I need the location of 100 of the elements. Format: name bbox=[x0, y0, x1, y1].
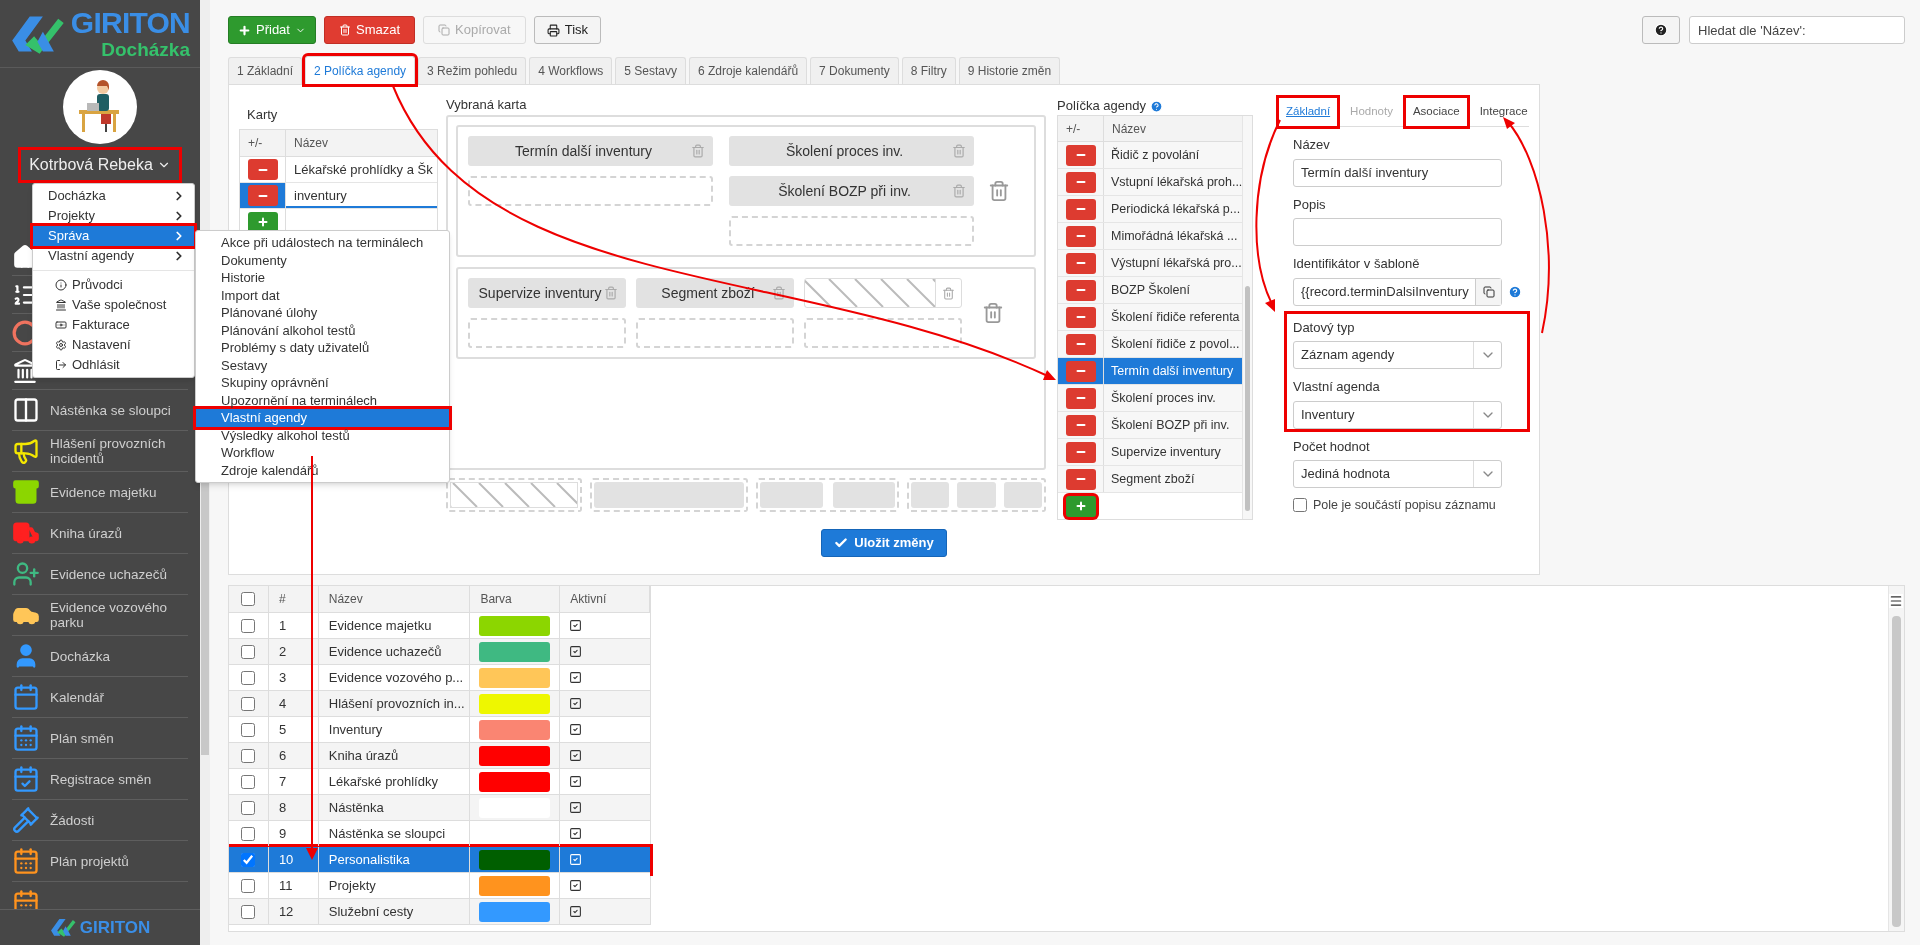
field-row[interactable]: Vstupní lékařská proh... bbox=[1058, 169, 1243, 196]
tab[interactable]: 2 Políčka agendy bbox=[305, 56, 416, 84]
select-field[interactable]: Záznam agendy bbox=[1293, 341, 1502, 369]
delete-button[interactable]: Smazat bbox=[323, 16, 416, 44]
tab[interactable]: 8 Filtry bbox=[901, 57, 956, 84]
field-row[interactable]: Školení BOZP při inv. bbox=[1058, 412, 1243, 439]
field-chip[interactable]: Termín další inventury bbox=[468, 136, 713, 166]
menu-item[interactable]: Dokumenty bbox=[196, 251, 449, 269]
remove-button[interactable] bbox=[1065, 225, 1096, 247]
menu-item[interactable]: Výsledky alkohol testů bbox=[196, 426, 449, 444]
remove-button[interactable] bbox=[1065, 144, 1096, 166]
remove-button[interactable] bbox=[247, 185, 278, 206]
checkbox[interactable] bbox=[241, 696, 256, 711]
menu-item[interactable]: Problémy s daty uživatelů bbox=[196, 339, 449, 357]
table-row[interactable]: 2 Evidence uchazečů bbox=[229, 639, 650, 665]
scrollbar[interactable] bbox=[1242, 116, 1252, 519]
checkbox[interactable] bbox=[241, 774, 256, 789]
save-button[interactable]: Uložit změny bbox=[821, 529, 947, 557]
menu-item[interactable]: Plánované úlohy bbox=[196, 304, 449, 322]
table-row[interactable]: 8 Nástěnka bbox=[229, 795, 650, 821]
field-row[interactable]: Periodická lékařská p... bbox=[1058, 196, 1243, 223]
checkbox[interactable] bbox=[241, 748, 256, 763]
sidebar-item[interactable]: Kniha úrazů bbox=[12, 513, 188, 554]
table-row[interactable]: 6 Kniha úrazů bbox=[229, 743, 650, 769]
table-row[interactable]: 9 Nástěnka se sloupci bbox=[229, 821, 650, 847]
menu-item[interactable]: Správa bbox=[33, 226, 194, 246]
menu-item[interactable]: Sestavy bbox=[196, 356, 449, 374]
sidebar-item[interactable]: Evidence majetku bbox=[12, 472, 188, 513]
table-row[interactable]: 5 Inventury bbox=[229, 717, 650, 743]
checkbox[interactable] bbox=[241, 800, 256, 815]
checkbox[interactable] bbox=[241, 618, 256, 633]
remove-button[interactable] bbox=[1065, 252, 1096, 274]
menu-item[interactable]: Projekty bbox=[33, 206, 194, 226]
tab[interactable]: 5 Sestavy bbox=[615, 57, 686, 84]
remove-button[interactable] bbox=[1065, 171, 1096, 193]
checkbox[interactable] bbox=[241, 826, 256, 841]
remove-button[interactable] bbox=[1065, 279, 1096, 301]
remove-button[interactable] bbox=[1065, 198, 1096, 220]
menu-item[interactable]: Plánování alkohol testů bbox=[196, 321, 449, 339]
menu-item[interactable]: Vlastní agendy bbox=[33, 246, 194, 266]
table-row[interactable]: 4 Hlášení provozních in... bbox=[229, 691, 650, 717]
field-row[interactable]: Řidič z povolání bbox=[1058, 142, 1243, 169]
field-row[interactable]: Mimořádná lékařská ... bbox=[1058, 223, 1243, 250]
field-row[interactable]: Supervize inventury bbox=[1058, 439, 1243, 466]
checkbox[interactable] bbox=[241, 670, 256, 685]
menu-item[interactable]: Fakturace bbox=[33, 315, 194, 335]
field-chip[interactable]: Segment zboží bbox=[636, 278, 794, 308]
menu-item[interactable]: Historie bbox=[196, 269, 449, 287]
menu-item[interactable]: Vaše společnost bbox=[33, 295, 194, 315]
field-row[interactable]: Školení proces inv. bbox=[1058, 385, 1243, 412]
sidebar-item[interactable]: Plán projektů bbox=[12, 841, 188, 882]
remove-button[interactable] bbox=[1065, 468, 1096, 490]
table-row[interactable]: 11 Projekty bbox=[229, 873, 650, 899]
field-chip[interactable]: Školení proces inv. bbox=[729, 136, 974, 166]
sidebar-item[interactable]: Nástěnka se sloupci bbox=[12, 390, 188, 431]
checkbox[interactable] bbox=[241, 722, 256, 737]
card-row[interactable]: inventury bbox=[240, 183, 437, 209]
menu-item[interactable]: Workflow bbox=[196, 444, 449, 462]
checkbox[interactable] bbox=[241, 644, 256, 659]
select-field[interactable]: Jediná hodnota bbox=[1293, 460, 1502, 488]
tab[interactable]: 6 Zdroje kalendářů bbox=[689, 57, 808, 84]
table-row[interactable]: 1 Evidence majetku bbox=[229, 613, 650, 639]
checkbox[interactable] bbox=[241, 592, 256, 606]
remove-button[interactable] bbox=[247, 159, 278, 180]
sidebar-item[interactable]: Evidence vozového parku bbox=[12, 595, 188, 636]
tab[interactable]: 3 Režim pohledu bbox=[418, 57, 527, 84]
menu-icon[interactable] bbox=[1889, 594, 1903, 608]
table-row[interactable]: 3 Evidence vozového p... bbox=[229, 665, 650, 691]
search-field[interactable]: Hledat dle 'Název': bbox=[1689, 16, 1905, 44]
tab[interactable]: Asociace bbox=[1405, 98, 1467, 126]
menu-item[interactable]: Import dat bbox=[196, 286, 449, 304]
menu-item[interactable]: Odhlásit bbox=[33, 355, 194, 375]
trash-icon[interactable] bbox=[982, 302, 1004, 324]
add-button[interactable]: Přidat bbox=[228, 16, 316, 44]
remove-button[interactable] bbox=[1065, 306, 1096, 328]
field-row[interactable]: Školení řidiče z povol... bbox=[1058, 331, 1243, 358]
field-row[interactable]: Školení řidiče referenta bbox=[1058, 304, 1243, 331]
tab[interactable]: Základní bbox=[1279, 98, 1338, 126]
trash-icon[interactable] bbox=[988, 180, 1010, 202]
remove-button[interactable] bbox=[1065, 360, 1096, 382]
field-chip[interactable]: Supervize inventury bbox=[468, 278, 626, 308]
menu-item[interactable]: Akce při událostech na terminálech bbox=[196, 234, 449, 252]
tab[interactable]: Integrace bbox=[1472, 98, 1535, 126]
menu-item[interactable]: Upozornění na terminálech bbox=[196, 391, 449, 409]
table-row[interactable]: 10 Personalistika bbox=[229, 847, 650, 873]
help-button[interactable] bbox=[1642, 16, 1680, 44]
sidebar-item[interactable]: Žádosti bbox=[12, 800, 188, 841]
remove-button[interactable] bbox=[1065, 414, 1096, 436]
text-field[interactable] bbox=[1293, 218, 1502, 246]
checkbox[interactable] bbox=[1293, 498, 1307, 513]
menu-item[interactable]: Průvodci bbox=[33, 275, 194, 295]
text-field[interactable]: Termín další inventury bbox=[1293, 158, 1502, 187]
sidebar-item[interactable]: Registrace směn bbox=[12, 759, 188, 800]
add-row-button[interactable] bbox=[247, 211, 278, 233]
tab[interactable]: 9 Historie změn bbox=[958, 57, 1061, 84]
field-chip[interactable]: Školení BOZP při inv. bbox=[729, 176, 974, 206]
tab[interactable]: 7 Dokumenty bbox=[810, 57, 899, 84]
sidebar-item[interactable]: Evidence uchazečů bbox=[12, 554, 188, 595]
field-row[interactable]: Termín další inventury bbox=[1058, 358, 1243, 385]
print-button[interactable]: Tisk bbox=[533, 16, 602, 44]
